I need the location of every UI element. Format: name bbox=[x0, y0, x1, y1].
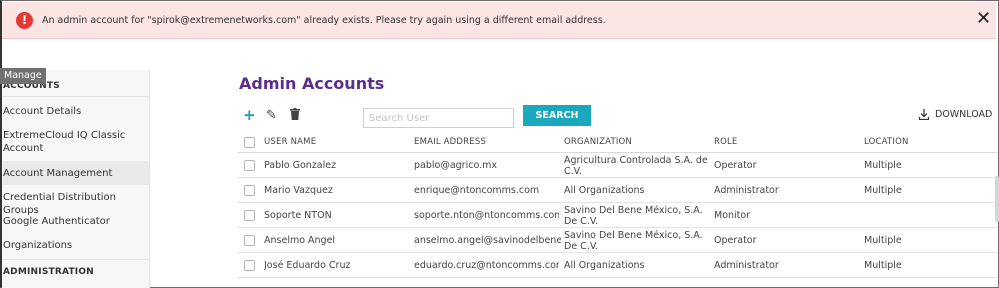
location-cell: Multiple bbox=[864, 185, 902, 196]
sidebar-divider bbox=[2, 96, 150, 97]
manage-tooltip: Manage bbox=[0, 68, 46, 84]
trash-icon[interactable] bbox=[290, 108, 300, 120]
email-cell: soporte.nton@ntoncomms.com bbox=[414, 210, 559, 221]
sidebar-divider bbox=[2, 259, 150, 260]
email-cell: enrique@ntoncomms.com bbox=[414, 185, 540, 196]
edit-icon[interactable]: ✎ bbox=[266, 108, 277, 123]
sidebar-item-account-management[interactable]: Account Management bbox=[3, 161, 149, 185]
search-button[interactable]: SEARCH bbox=[523, 105, 591, 126]
role-cell: Administrator bbox=[714, 185, 779, 196]
row-checkbox[interactable] bbox=[244, 260, 255, 271]
user-name-cell: Mario Vazquez bbox=[264, 185, 333, 196]
table-row[interactable]: Anselmo Angel anselmo.angel@savinodelben… bbox=[238, 228, 997, 253]
organization-cell: All Organizations bbox=[564, 260, 645, 271]
download-label: DOWNLOAD bbox=[935, 109, 993, 120]
table-row[interactable]: Soporte NTON soporte.nton@ntoncomms.com … bbox=[238, 203, 997, 228]
table-row[interactable]: Mario Vazquez enrique@ntoncomms.com All … bbox=[238, 178, 997, 203]
column-header-location[interactable]: LOCATION bbox=[864, 137, 909, 147]
organization-cell: Agricultura Controlada S.A. de C.V. bbox=[564, 155, 708, 177]
download-button[interactable]: DOWNLOAD bbox=[919, 109, 992, 120]
user-name-cell: José Eduardo Cruz bbox=[264, 260, 351, 271]
organization-cell: All Organizations bbox=[564, 185, 645, 196]
column-header-organization[interactable]: ORGANIZATION bbox=[564, 137, 632, 147]
row-checkbox[interactable] bbox=[244, 235, 255, 246]
role-cell: Operator bbox=[714, 235, 757, 246]
role-cell: Administrator bbox=[714, 260, 779, 271]
table-row[interactable]: José Eduardo Cruz eduardo.cruz@ntoncomms… bbox=[238, 253, 997, 278]
organization-cell: Savino Del Bene México, S.A. De C.V. bbox=[564, 230, 703, 252]
table-header: USER NAME EMAIL ADDRESS ORGANIZATION ROL… bbox=[238, 130, 997, 153]
email-cell: pablo@agrico.mx bbox=[414, 160, 497, 171]
administration-heading: ADMINISTRATION bbox=[3, 267, 94, 277]
user-name-cell: Soporte NTON bbox=[264, 210, 332, 221]
page-title: Admin Accounts bbox=[239, 74, 385, 93]
email-cell: anselmo.angel@savinodelbene.com bbox=[414, 235, 561, 246]
download-icon bbox=[919, 109, 929, 120]
error-alert-banner: ! An admin account for "spirok@extremene… bbox=[2, 2, 996, 39]
column-header-email[interactable]: EMAIL ADDRESS bbox=[414, 137, 486, 147]
row-checkbox[interactable] bbox=[244, 160, 255, 171]
user-name-cell: Pablo Gonzalez bbox=[264, 160, 337, 171]
location-cell: Multiple bbox=[864, 260, 902, 271]
close-icon[interactable]: ✕ bbox=[976, 9, 991, 29]
exclamation-icon: ! bbox=[16, 12, 33, 29]
user-name-cell: Anselmo Angel bbox=[264, 235, 336, 246]
row-checkbox[interactable] bbox=[244, 210, 255, 221]
role-cell: Monitor bbox=[714, 210, 751, 221]
add-icon[interactable]: + bbox=[243, 106, 256, 124]
location-cell: Multiple bbox=[864, 160, 902, 171]
search-input[interactable] bbox=[363, 108, 514, 128]
organization-cell: Savino Del Bene México, S.A. De C.V. bbox=[564, 205, 703, 227]
role-cell: Operator bbox=[714, 160, 757, 171]
sidebar-item-credential-distribution-groups[interactable]: Credential Distribution Groups bbox=[3, 191, 149, 217]
table-row[interactable]: Pablo Gonzalez pablo@agrico.mx Agricultu… bbox=[238, 153, 997, 178]
sidebar-item-organizations[interactable]: Organizations bbox=[3, 239, 149, 252]
email-cell: eduardo.cruz@ntoncomms.com bbox=[414, 260, 559, 271]
column-header-user-name[interactable]: USER NAME bbox=[264, 137, 316, 147]
select-all-checkbox[interactable] bbox=[244, 137, 255, 148]
sidebar-item-extremecloud-iq-classic-account[interactable]: ExtremeCloud IQ Classic Account bbox=[3, 129, 149, 155]
sidebar-item-google-authenticator[interactable]: Google Authenticator bbox=[3, 215, 149, 228]
sidebar-item-account-details[interactable]: Account Details bbox=[3, 105, 149, 118]
column-header-role[interactable]: ROLE bbox=[714, 137, 738, 147]
row-checkbox[interactable] bbox=[244, 185, 255, 196]
location-cell: Multiple bbox=[864, 235, 902, 246]
scrollbar[interactable] bbox=[995, 176, 999, 222]
alert-message: An admin account for "spirok@extremenetw… bbox=[42, 15, 606, 26]
